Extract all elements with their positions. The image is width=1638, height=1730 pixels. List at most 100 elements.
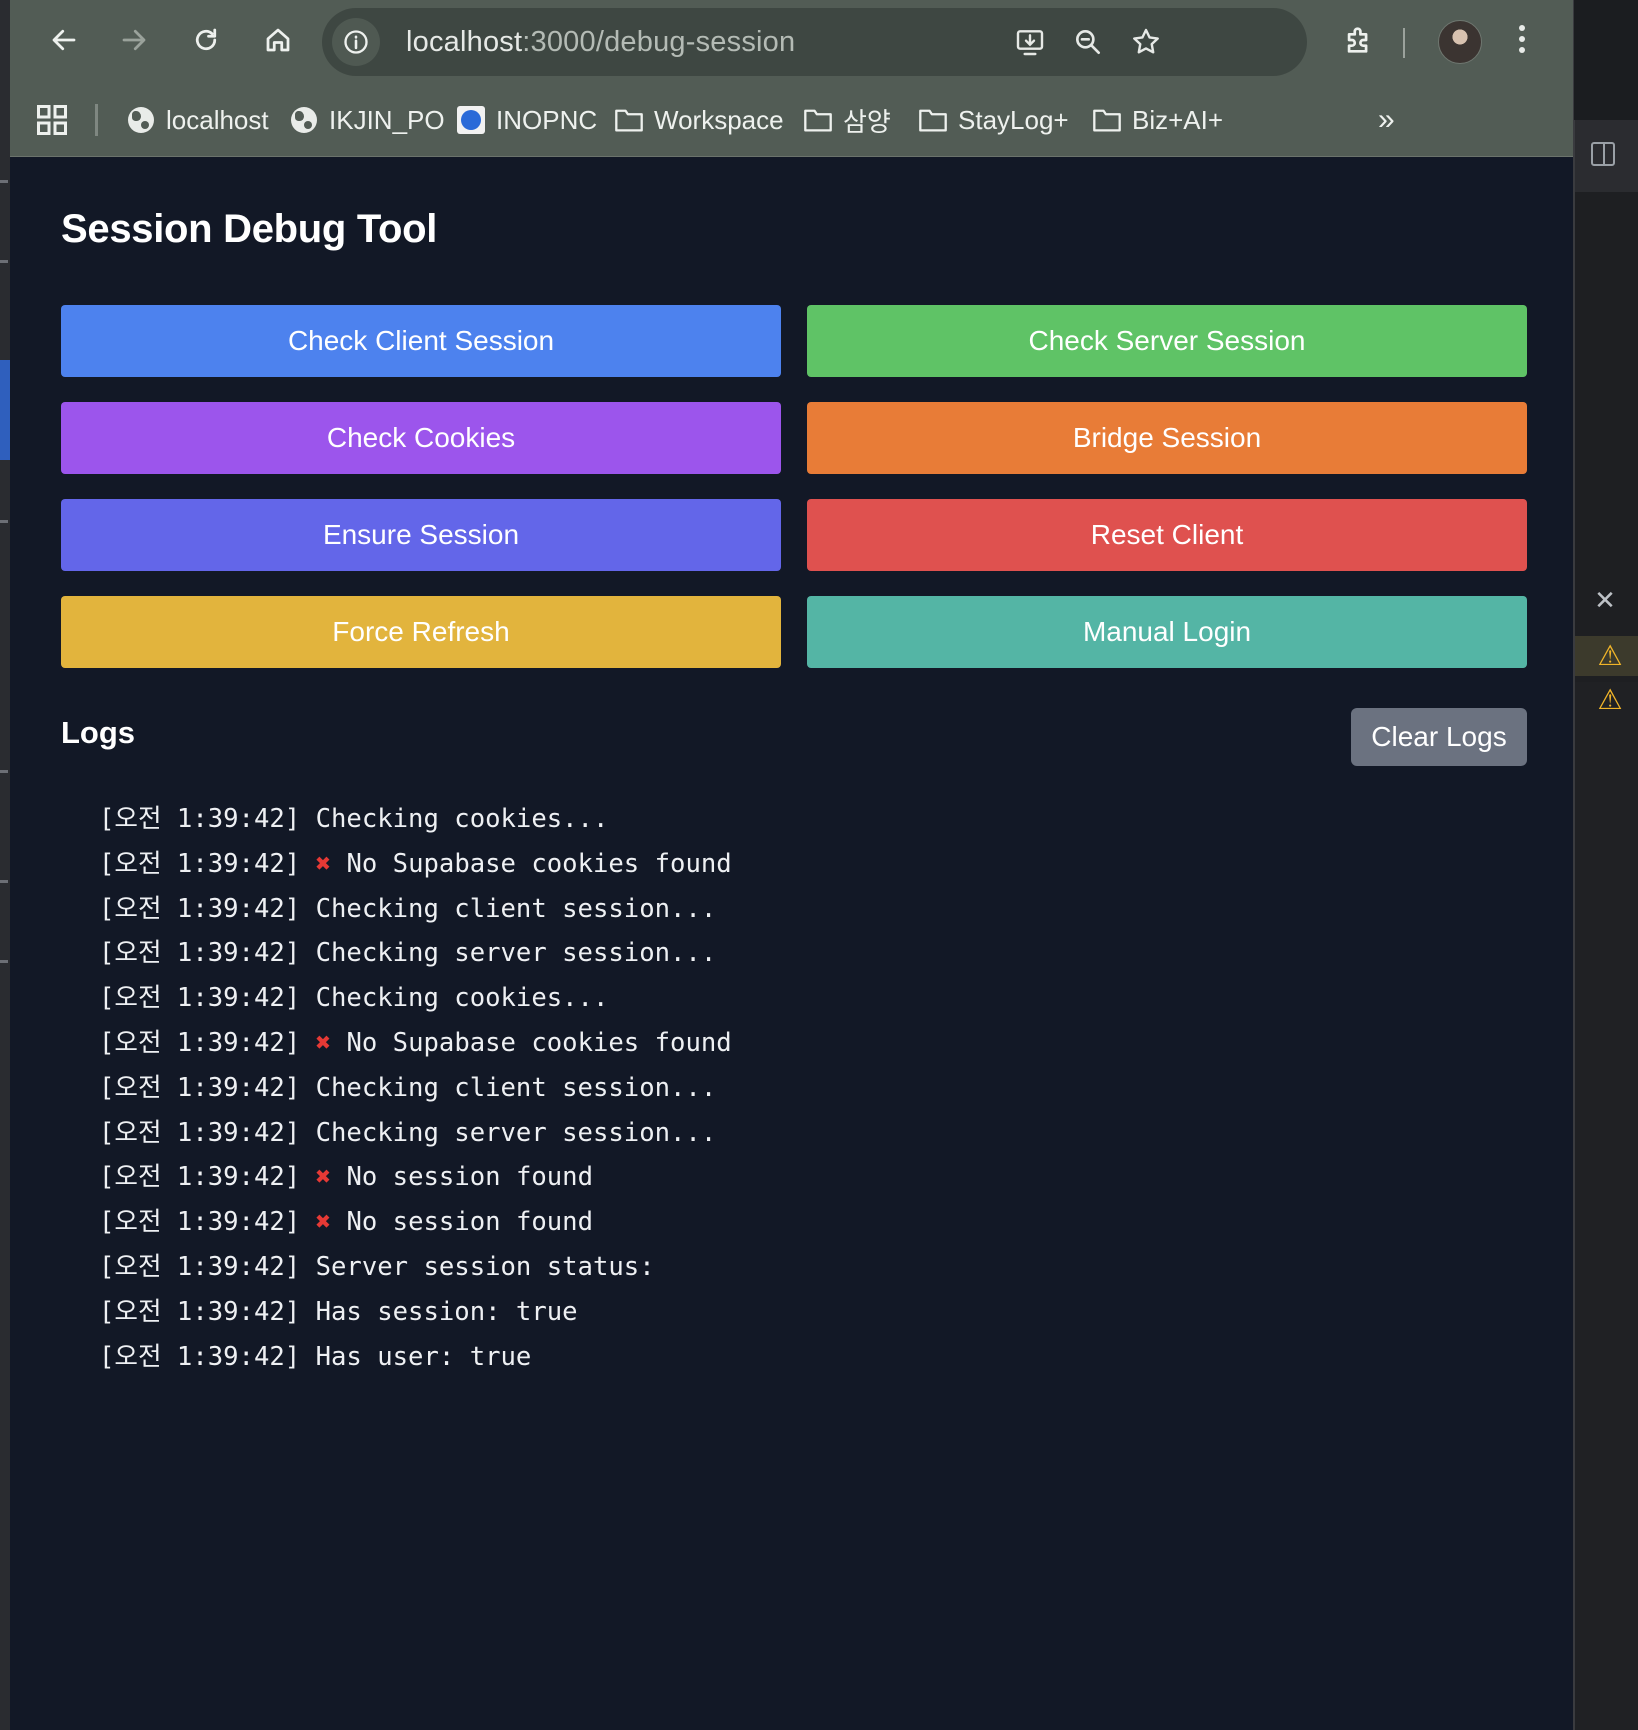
log-entry: [오전 1:39:42] Checking server session...: [61, 1111, 1527, 1156]
log-timestamp: [오전 1:39:42]: [99, 893, 301, 924]
reload-icon: [195, 28, 217, 51]
bookmark-label: localhost: [166, 104, 269, 135]
log-timestamp: [오전 1:39:42]: [99, 1251, 301, 1282]
log-message: Checking cookies...: [315, 804, 609, 834]
bookmark-label: 삼양: [843, 106, 891, 137]
bookmark-inopnc[interactable]: INOPNC: [456, 84, 597, 156]
bookmark-star-icon[interactable]: [1126, 22, 1166, 62]
folder-icon: [1092, 105, 1122, 135]
devtools-toolbar: [1575, 120, 1638, 193]
log-entry: [오전 1:39:42] Has session: true: [61, 1290, 1527, 1335]
log-timestamp: [오전 1:39:42]: [99, 804, 301, 834]
globe-icon: [126, 105, 156, 135]
manual-login-button[interactable]: Manual Login: [807, 596, 1527, 668]
log-message: No session found: [346, 1162, 593, 1193]
log-entry: [오전 1:39:42] Checking cookies...: [61, 797, 1527, 842]
page-title: Session Debug Tool: [61, 207, 438, 251]
background-mark: [0, 880, 8, 883]
home-icon: [266, 28, 290, 52]
check-client-session-button[interactable]: Check Client Session: [61, 305, 781, 377]
log-entry: [오전 1:39:42] ✖ No Supabase cookies found: [61, 842, 1527, 887]
error-x-icon: ✖: [315, 848, 332, 879]
error-x-icon: ✖: [315, 1162, 332, 1193]
back-button[interactable]: [38, 14, 90, 66]
address-bar[interactable]: localhost:3000/debug-session: [322, 8, 1307, 76]
toolbar-divider: [1403, 28, 1405, 58]
more-bookmarks-chevron-icon[interactable]: »: [1378, 104, 1410, 136]
extensions-icon[interactable]: [1337, 18, 1381, 62]
menu-icon[interactable]: [1512, 20, 1532, 64]
log-message: Checking server session...: [315, 1117, 717, 1148]
folder-icon: [803, 105, 833, 135]
log-timestamp: [오전 1:39:42]: [99, 1296, 301, 1327]
log-message: Server session status:: [315, 1251, 655, 1282]
url-path: :3000/debug-session: [522, 26, 796, 58]
log-message: No session found: [346, 1207, 593, 1238]
reset-client-button[interactable]: Reset Client: [807, 499, 1527, 571]
background-mark: [0, 180, 8, 183]
reload-button[interactable]: [180, 14, 232, 66]
log-message: No Supabase cookies found: [346, 1027, 732, 1058]
background-mark: [0, 770, 8, 773]
bookmark-label: Biz+AI+: [1132, 104, 1224, 135]
log-entry: [오전 1:39:42] ✖ No Supabase cookies found: [61, 1021, 1527, 1066]
background-mark: [0, 260, 8, 263]
forward-button[interactable]: [108, 14, 160, 66]
site-info-button[interactable]: [332, 18, 380, 66]
globe-icon: [289, 105, 319, 135]
log-entry: [오전 1:39:42] ✖ No session found: [61, 1200, 1527, 1245]
force-refresh-button[interactable]: Force Refresh: [61, 596, 781, 668]
bookmarks-divider: [95, 104, 98, 136]
log-message: Has user: true: [315, 1341, 532, 1372]
log-entry: [오전 1:39:42] Checking server session...: [61, 931, 1527, 976]
dock-side-icon[interactable]: [1591, 142, 1615, 166]
bookmark-folder-bizai[interactable]: Biz+AI+: [1092, 84, 1223, 156]
bookmark-folder-samyang[interactable]: 삼양: [803, 84, 891, 156]
log-message: Checking server session...: [315, 938, 717, 969]
log-entry: [오전 1:39:42] ✖ No session found: [61, 1155, 1527, 1200]
log-list: [오전 1:39:42] Checking cookies... [오전 1:39…: [61, 797, 1527, 1379]
action-button-grid: Check Client Session Check Server Sessio…: [61, 305, 1527, 668]
check-cookies-button[interactable]: Check Cookies: [61, 402, 781, 474]
url-text[interactable]: localhost:3000/debug-session: [406, 8, 795, 76]
apps-grid-icon[interactable]: [34, 102, 70, 138]
background-mark: [0, 960, 8, 963]
background-window-edge: [0, 0, 10, 1730]
log-message: Checking client session...: [315, 893, 717, 924]
bookmarks-bar: localhost IKJIN_PO INOPNC Workspace 삼양 S…: [10, 84, 1573, 157]
forward-arrow-icon: [122, 29, 146, 51]
bookmark-ikjin-po[interactable]: IKJIN_PO: [289, 84, 445, 156]
error-x-icon: ✖: [315, 1207, 332, 1238]
browser-toolbar: localhost:3000/debug-session: [10, 0, 1573, 84]
zoom-icon[interactable]: [1068, 22, 1108, 62]
warning-icon[interactable]: ⚠: [1575, 680, 1638, 720]
back-arrow-icon: [52, 29, 76, 51]
log-timestamp: [오전 1:39:42]: [99, 1207, 301, 1238]
clear-logs-button[interactable]: Clear Logs: [1351, 708, 1527, 766]
check-server-session-button[interactable]: Check Server Session: [807, 305, 1527, 377]
bookmark-folder-workspace[interactable]: Workspace: [614, 84, 784, 156]
warning-icon[interactable]: ⚠: [1575, 636, 1638, 676]
log-timestamp: [오전 1:39:42]: [99, 1027, 301, 1058]
bookmark-folder-staylog[interactable]: StayLog+: [918, 84, 1069, 156]
ensure-session-button[interactable]: Ensure Session: [61, 499, 781, 571]
log-timestamp: [오전 1:39:42]: [99, 1341, 301, 1372]
log-entry: [오전 1:39:42] Has user: true: [61, 1335, 1527, 1380]
background-blue-block: [0, 360, 10, 460]
bridge-session-button[interactable]: Bridge Session: [807, 402, 1527, 474]
log-message: No Supabase cookies found: [346, 848, 732, 879]
error-x-icon: ✖: [315, 1027, 332, 1058]
close-icon[interactable]: ✕: [1591, 586, 1619, 614]
folder-icon: [918, 105, 948, 135]
install-app-icon[interactable]: [1010, 22, 1050, 62]
profile-avatar[interactable]: [1438, 20, 1482, 64]
inopnc-favicon: [456, 105, 486, 135]
log-message: Checking client session...: [315, 1072, 717, 1103]
log-message: Checking cookies...: [315, 983, 609, 1014]
home-button[interactable]: [252, 14, 304, 66]
log-timestamp: [오전 1:39:42]: [99, 983, 301, 1014]
devtools-panel: ✕ ⚠ ⚠: [1574, 120, 1638, 1730]
log-timestamp: [오전 1:39:42]: [99, 1162, 301, 1193]
url-host: localhost: [406, 26, 523, 58]
bookmark-localhost[interactable]: localhost: [126, 84, 269, 156]
